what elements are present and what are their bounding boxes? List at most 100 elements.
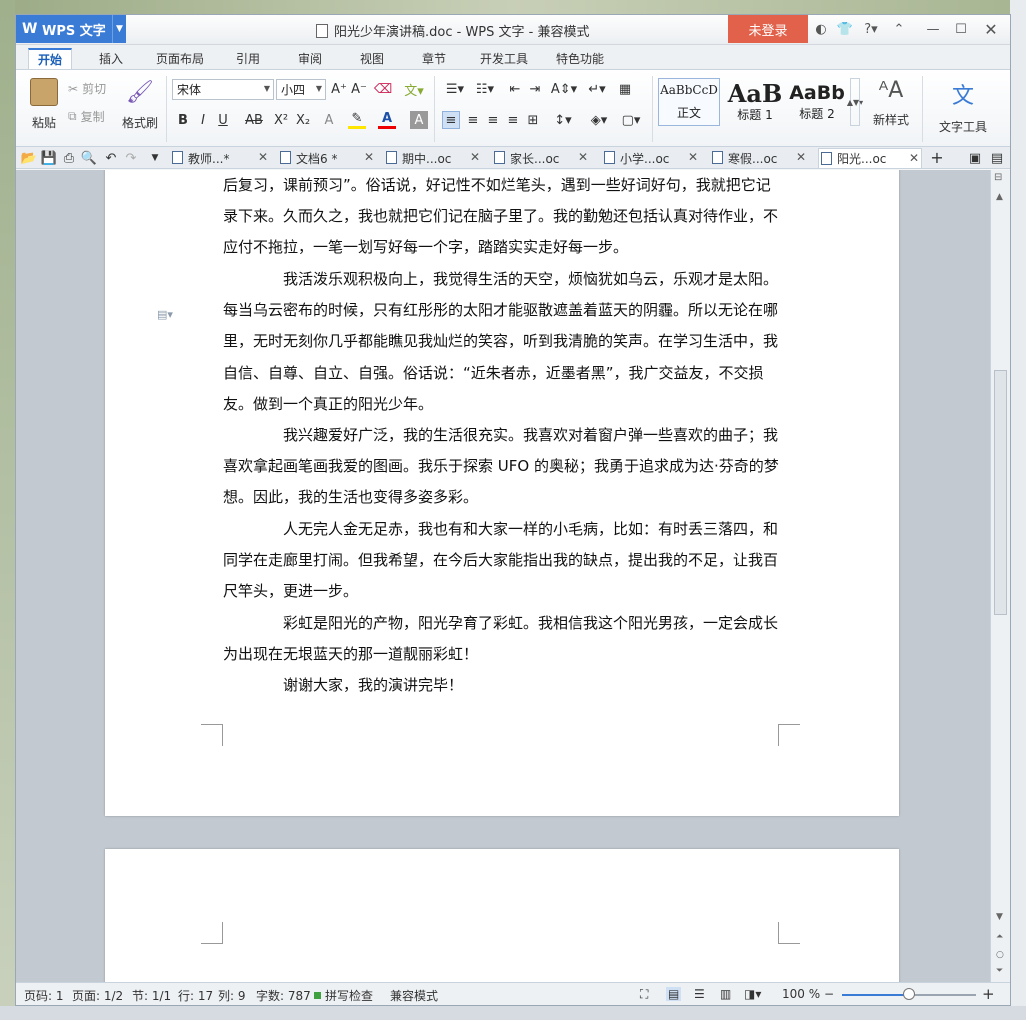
borders-icon[interactable]: ▢▾	[618, 111, 644, 129]
outline-view-icon[interactable]: ☰	[694, 987, 705, 1001]
reading-view-icon[interactable]: ▥	[720, 987, 731, 1001]
show-marks-icon[interactable]: ↵▾	[586, 80, 608, 98]
new-tab-icon[interactable]: +	[928, 148, 946, 167]
bullet-list-icon[interactable]: ☰▾	[442, 80, 468, 98]
print-icon[interactable]: ⎙	[60, 149, 78, 167]
close-icon[interactable]: ✕	[258, 150, 268, 164]
text-tools-button[interactable]: 文 文字工具	[932, 78, 994, 135]
status-word-count[interactable]: 字数: 787	[256, 987, 311, 1004]
font-color-icon[interactable]: A	[378, 111, 396, 129]
close-icon[interactable]: ✕	[470, 150, 480, 164]
align-left-icon[interactable]: ≡	[442, 111, 460, 129]
strikethrough-icon[interactable]: AB	[242, 111, 266, 129]
shrink-font-icon[interactable]: A⁻	[350, 80, 368, 98]
document-workspace[interactable]: 后复习，课前预习”。俗话说，好记性不如烂笔头，遇到一些好词好句，我就把它记录下来…	[16, 170, 990, 982]
chevron-down-icon[interactable]: ▼	[112, 15, 126, 43]
zoom-slider[interactable]	[842, 988, 976, 1000]
shading-icon[interactable]: ◈▾	[586, 111, 612, 129]
zoom-out-icon[interactable]: −	[824, 987, 834, 1001]
justify-icon[interactable]: ≡	[504, 111, 522, 129]
style-gallery-scroll[interactable]: ▲▼▾	[847, 78, 863, 126]
close-icon[interactable]: ✕	[688, 150, 698, 164]
tab-view[interactable]: 视图	[350, 48, 394, 69]
print-preview-icon[interactable]: 🔍	[80, 149, 98, 167]
status-column[interactable]: 列: 9	[218, 987, 246, 1004]
paragraph[interactable]: 后复习，课前预习”。俗话说，好记性不如烂笔头，遇到一些好词好句，我就把它记录下来…	[223, 170, 783, 264]
skin-icon[interactable]: ◐	[812, 20, 830, 38]
chinese-layout-icon[interactable]: A⇕▾	[550, 80, 578, 98]
phonetic-icon[interactable]: 文▾	[400, 80, 428, 99]
split-icon[interactable]: ⊟	[994, 172, 1002, 183]
close-icon[interactable]: ✕	[982, 20, 1000, 39]
redo-icon[interactable]: ↷	[122, 149, 140, 167]
underline-icon[interactable]: U	[214, 111, 232, 129]
close-icon[interactable]: ✕	[909, 151, 919, 165]
status-section[interactable]: 节: 1/1	[132, 987, 171, 1004]
next-page-icon[interactable]: ⏷	[996, 966, 1003, 976]
web-view-icon[interactable]: ◨▾	[744, 987, 761, 1001]
open-folder-icon[interactable]: 📂	[20, 149, 38, 167]
tab-special[interactable]: 特色功能	[548, 48, 612, 69]
doc-tab[interactable]: 小学...oc ✕	[602, 148, 700, 168]
paragraph[interactable]: 人无完人金无足赤，我也有和大家一样的小毛病，比如：有时丢三落四，和同学在走廊里打…	[223, 514, 783, 608]
decrease-indent-icon[interactable]: ⇤	[506, 80, 524, 98]
tab-developer[interactable]: 开发工具	[472, 48, 536, 69]
scroll-thumb[interactable]	[994, 370, 1007, 615]
doc-tab[interactable]: 家长...oc ✕	[492, 148, 590, 168]
highlight-icon[interactable]: ✎	[348, 111, 366, 129]
paragraph[interactable]: 我兴趣爱好广泛，我的生活很充实。我喜欢对着窗户弹一些喜欢的曲子；我喜欢拿起画笔画…	[223, 420, 783, 514]
minimize-icon[interactable]: —	[924, 20, 942, 38]
browse-object-icon[interactable]: ○	[996, 950, 1004, 960]
vertical-scrollbar[interactable]: ⊟ ▲ ▼ ⏶ ○ ⏷	[990, 170, 1010, 982]
clear-format-icon[interactable]: ⌫	[374, 80, 392, 98]
subscript-icon[interactable]: X₂	[294, 111, 312, 129]
help-icon[interactable]: ?▾	[860, 20, 882, 38]
numbered-list-icon[interactable]: ☷▾	[472, 80, 498, 98]
tab-insert[interactable]: 插入	[90, 48, 132, 69]
text-effect-icon[interactable]: A	[320, 111, 338, 129]
document-page[interactable]	[105, 849, 899, 982]
new-style-button[interactable]: ᴬA 新样式	[866, 78, 916, 128]
close-icon[interactable]: ✕	[578, 150, 588, 164]
undo-icon[interactable]: ↶	[102, 149, 120, 167]
superscript-icon[interactable]: X²	[272, 111, 290, 129]
zoom-level[interactable]: 100 %	[782, 987, 820, 1001]
login-button[interactable]: 未登录	[728, 15, 808, 43]
page-view-icon[interactable]: ▤	[666, 987, 682, 1001]
save-icon[interactable]: 💾	[40, 149, 58, 167]
zoom-in-icon[interactable]: +	[982, 985, 995, 1003]
copy-button[interactable]: ⧉ 复制	[68, 108, 105, 125]
tab-references[interactable]: 引用	[226, 48, 270, 69]
align-right-icon[interactable]: ≡	[484, 111, 502, 129]
app-menu-button[interactable]: W WPS 文字 ▼	[16, 15, 126, 43]
font-size-select[interactable]: 小四 ▼	[276, 79, 326, 100]
distribute-icon[interactable]: ⊞	[524, 111, 542, 129]
close-icon[interactable]: ✕	[796, 150, 806, 164]
grow-font-icon[interactable]: A⁺	[330, 80, 348, 98]
doc-tab[interactable]: 教师...* ✕	[170, 148, 270, 168]
prev-page-icon[interactable]: ⏶	[996, 932, 1003, 942]
paragraph[interactable]: 谢谢大家，我的演讲完毕！	[223, 670, 783, 701]
doc-tab[interactable]: 期中...oc ✕	[384, 148, 482, 168]
increase-indent-icon[interactable]: ⇥	[526, 80, 544, 98]
tab-page-layout[interactable]: 页面布局	[150, 48, 210, 69]
font-name-select[interactable]: 宋体 ▼	[172, 79, 274, 100]
maximize-icon[interactable]: ☐	[952, 20, 970, 38]
scroll-up-icon[interactable]: ▲	[996, 192, 1003, 202]
style-heading-2[interactable]: AaBb 标题 2	[786, 78, 848, 126]
zoom-slider-handle[interactable]	[903, 988, 915, 1000]
tab-home[interactable]: 开始	[28, 48, 72, 69]
paragraph[interactable]: 彩虹是阳光的产物，阳光孕育了彩虹。我相信我这个阳光男孩，一定会成长为出现在无垠蓝…	[223, 608, 783, 670]
paragraph-handle-icon[interactable]: ▤▾	[157, 308, 173, 321]
status-pages[interactable]: 页面: 1/2	[72, 987, 123, 1004]
status-line[interactable]: 行: 17	[178, 987, 213, 1004]
chevron-down-icon[interactable]: ▼	[146, 149, 164, 167]
tab-menu-icon[interactable]: ▤	[988, 149, 1006, 167]
status-page-code[interactable]: 页码: 1	[24, 987, 64, 1004]
italic-icon[interactable]: I	[194, 111, 212, 129]
align-center-icon[interactable]: ≡	[464, 111, 482, 129]
doc-tab[interactable]: 文档6 * ✕	[278, 148, 376, 168]
collapse-ribbon-icon[interactable]: ⌃	[890, 20, 908, 38]
line-spacing-icon[interactable]: ↕▾	[550, 111, 576, 129]
shirt-icon[interactable]: 👕	[836, 20, 854, 38]
